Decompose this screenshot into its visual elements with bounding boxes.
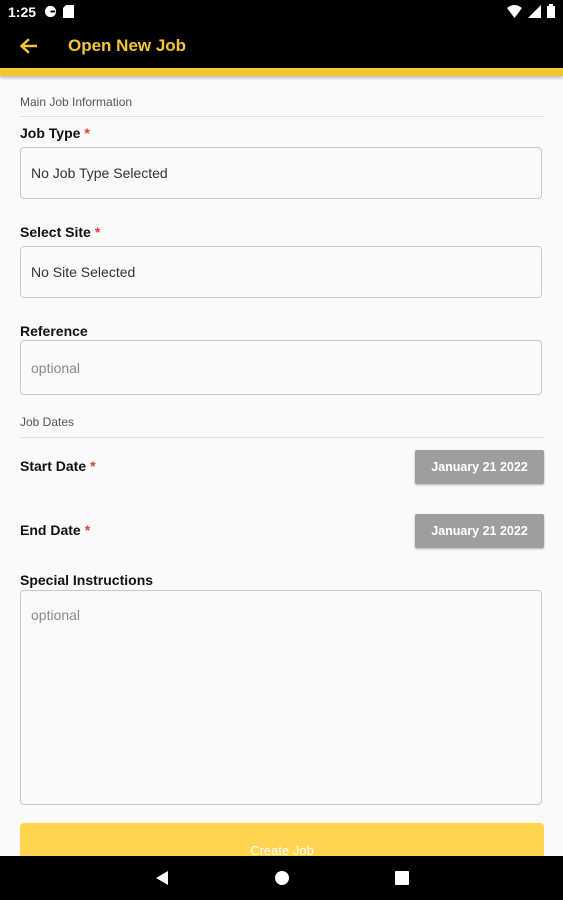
reference-label: Reference — [20, 323, 88, 339]
sd-card-icon — [63, 5, 74, 18]
required-marker: * — [94, 224, 101, 240]
required-marker: * — [90, 458, 96, 474]
wifi-icon — [507, 4, 522, 18]
start-date-label: Start Date * — [20, 458, 96, 474]
section-label-dates: Job Dates — [20, 415, 75, 429]
page-title: Open New Job — [68, 36, 187, 55]
status-system-icons — [507, 4, 555, 18]
triangle-back-icon — [156, 871, 168, 885]
end-date-button[interactable]: January 21 2022 — [415, 514, 544, 548]
start-date-button[interactable]: January 21 2022 — [415, 450, 544, 484]
back-button[interactable] — [14, 32, 42, 60]
job-type-select[interactable]: No Job Type Selected — [20, 147, 542, 199]
required-marker: * — [84, 125, 90, 141]
site-select[interactable]: No Site Selected — [20, 246, 542, 298]
nav-home-button[interactable] — [272, 868, 292, 888]
section-label-main: Main Job Information — [20, 95, 133, 109]
job-type-value: No Job Type Selected — [31, 165, 168, 181]
status-time: 1:25 — [8, 4, 37, 20]
battery-icon — [547, 4, 555, 18]
status-notification-icons — [44, 5, 74, 18]
nav-recents-button[interactable] — [392, 868, 412, 888]
job-type-label-text: Job Type — [20, 125, 81, 141]
signal-icon — [528, 4, 541, 18]
app-bar: Open New Job — [0, 24, 563, 68]
section-divider-dates — [20, 437, 544, 438]
job-type-label: Job Type * — [20, 125, 90, 141]
reference-input[interactable] — [20, 340, 542, 395]
site-value: No Site Selected — [31, 264, 136, 280]
special-instructions-textarea[interactable] — [20, 590, 542, 805]
start-date-label-text: Start Date — [20, 458, 87, 474]
reference-label-text: Reference — [20, 323, 88, 339]
status-bar: 1:25 — [0, 0, 563, 24]
special-instructions-label-text: Special Instructions — [20, 572, 154, 588]
system-nav-bar — [0, 856, 563, 900]
end-date-label-text: End Date — [20, 522, 81, 538]
site-label-text: Select Site — [20, 224, 91, 240]
square-recents-icon — [395, 871, 409, 885]
circle-home-icon — [275, 871, 289, 885]
app-bar-accent-strip — [0, 68, 563, 76]
arrow-left-icon — [19, 38, 37, 54]
special-instructions-label: Special Instructions — [20, 572, 153, 588]
site-label: Select Site * — [20, 224, 100, 240]
nav-back-button[interactable] — [152, 868, 172, 888]
google-icon — [44, 5, 57, 18]
section-divider-main — [20, 116, 544, 117]
required-marker: * — [84, 522, 91, 538]
end-date-label: End Date * — [20, 522, 90, 538]
